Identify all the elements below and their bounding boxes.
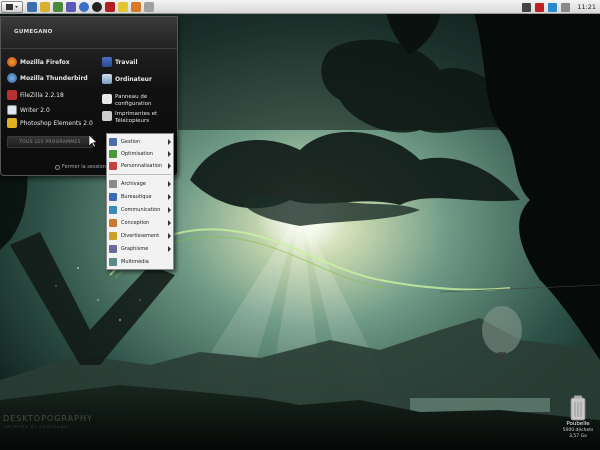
submenu-arrow-icon: [168, 220, 171, 226]
firefox-launcher-icon[interactable]: [131, 1, 141, 12]
submenu-arrow-icon: [168, 139, 171, 145]
shield-launcher-icon[interactable]: [105, 1, 115, 12]
submenu-item-communication[interactable]: Communication: [107, 204, 173, 216]
personnalisation-icon: [109, 162, 117, 170]
trash-label: Poubelle: [566, 421, 590, 427]
trash-desktop-icon[interactable]: Poubelle 5000 déchets 3.57 Go: [556, 395, 600, 450]
alert-icon[interactable]: [535, 2, 545, 12]
menu-header: GUMEGANO: [1, 17, 177, 49]
submenu-arrow-icon: [168, 233, 171, 239]
submenu-item-optimisation[interactable]: Optimisation: [107, 148, 173, 160]
app-filezilla[interactable]: FileZilla 2.2.18: [7, 90, 64, 100]
app-writer[interactable]: Writer 2.0: [7, 105, 50, 115]
place-printers[interactable]: Imprimantes et Télécopieurs: [102, 111, 172, 125]
volume-icon[interactable]: [548, 2, 558, 12]
submenu-arrow-icon: [168, 207, 171, 213]
browser-launcher-icon[interactable]: [79, 1, 89, 12]
app-thunderbird[interactable]: Mozilla Thunderbird: [7, 73, 88, 83]
submenu-arrow-icon: [168, 194, 171, 200]
submenu-item-multimedia[interactable]: Multimédia: [107, 256, 173, 268]
chat-launcher-icon[interactable]: [40, 1, 50, 12]
wallpaper-brand-sub: ARTWORK BY GUMEGANO: [4, 425, 69, 429]
submenu-separator: [109, 174, 171, 175]
submenu-item-conception[interactable]: Conception: [107, 217, 173, 229]
tools-launcher-icon[interactable]: [144, 1, 154, 12]
gestion-icon: [109, 138, 117, 146]
submenu-arrow-icon: [168, 151, 171, 157]
communication-icon: [109, 206, 117, 214]
network-icon[interactable]: [522, 2, 532, 12]
filezilla-icon: [7, 90, 17, 100]
photoshop-icon: [7, 118, 17, 128]
media-launcher-icon[interactable]: [92, 1, 102, 12]
submenu-item-divertissement[interactable]: Divertissement: [107, 230, 173, 242]
printer-icon: [102, 111, 112, 121]
submenu-arrow-icon: [168, 163, 171, 169]
all-programs-button[interactable]: TOUS LES PROGRAMMES: [7, 136, 93, 148]
folder-icon: [102, 57, 112, 67]
app-firefox[interactable]: Mozilla Firefox: [7, 57, 70, 67]
app-photoshop[interactable]: Photoshop Elements 2.0: [7, 118, 93, 128]
quick-launch-bar: [27, 1, 154, 12]
control-panel-icon: [102, 94, 112, 104]
bureautique-icon: [109, 193, 117, 201]
trash-icon: [570, 395, 586, 421]
wallpaper-brand: DESKTOPOGRAPHY: [3, 414, 93, 423]
multimedia-icon: [109, 258, 117, 266]
optimisation-icon: [109, 150, 117, 158]
display-icon[interactable]: [561, 2, 571, 12]
submenu-item-graphisme[interactable]: Graphisme: [107, 243, 173, 255]
menu-arrow-icon: [6, 3, 18, 10]
place-travail[interactable]: Travail: [102, 57, 138, 67]
programs-submenu: Gestion Optimisation Personnalisation Ar…: [106, 133, 174, 270]
system-tray: 11:21: [522, 1, 596, 13]
submenu-arrow-icon: [168, 181, 171, 187]
logout-button[interactable]: Fermer la session: [55, 164, 106, 170]
submenu-item-personnalisation[interactable]: Personnalisation: [107, 160, 173, 172]
star-launcher-icon[interactable]: [118, 1, 128, 12]
trash-size: 3.57 Go: [569, 434, 587, 439]
username: GUMEGANO: [14, 29, 53, 35]
firefox-icon: [7, 57, 17, 67]
clock[interactable]: 11:21: [577, 3, 596, 11]
thunderbird-icon: [7, 73, 17, 83]
place-control-panel[interactable]: Panneau de configuration: [102, 94, 172, 108]
writer-icon: [7, 105, 17, 115]
power-icon: [55, 164, 60, 170]
computer-icon: [102, 74, 112, 84]
archivage-icon: [109, 180, 117, 188]
conception-icon: [109, 219, 117, 227]
submenu-item-bureautique[interactable]: Bureautique: [107, 191, 173, 203]
graphisme-icon: [109, 245, 117, 253]
submenu-item-gestion[interactable]: Gestion: [107, 136, 173, 148]
start-menu-button[interactable]: [1, 0, 23, 13]
submenu-item-archivage[interactable]: Archivage: [107, 178, 173, 190]
monitor-launcher-icon[interactable]: [53, 1, 63, 12]
music-launcher-icon[interactable]: [66, 1, 76, 12]
divertissement-icon: [109, 232, 117, 240]
top-panel: 11:21: [0, 0, 600, 14]
submenu-arrow-icon: [168, 246, 171, 252]
desktop-launcher-icon[interactable]: [27, 1, 37, 12]
place-ordinateur[interactable]: Ordinateur: [102, 74, 152, 84]
mouse-cursor-icon: [89, 135, 98, 148]
